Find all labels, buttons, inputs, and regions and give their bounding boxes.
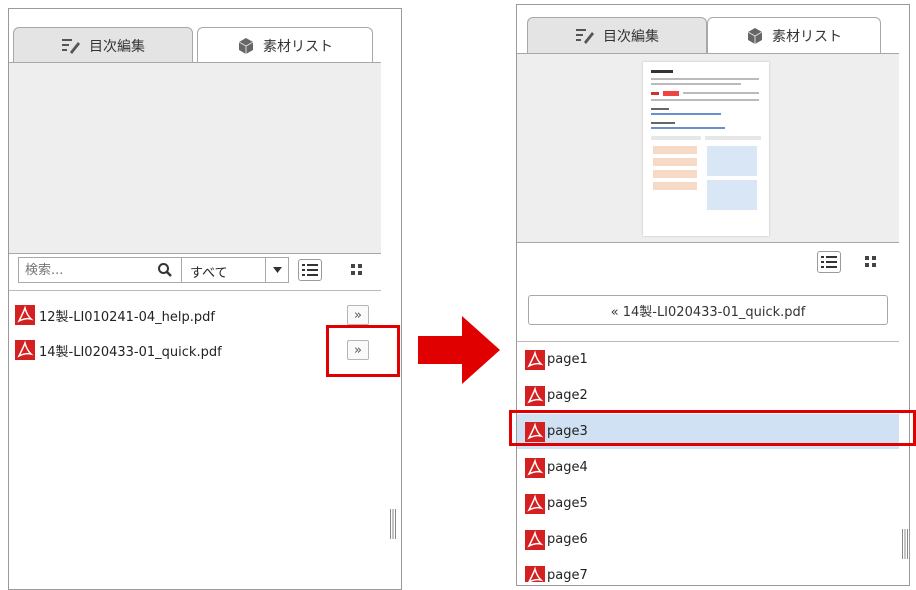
file-name: 12製-LI010241-04_help.pdf [39,309,215,325]
tab-label: 素材リスト [263,38,333,55]
highlight-expand-button [326,325,400,377]
tab-toc-edit[interactable]: 目次編集 [13,27,193,63]
page-list-item[interactable]: page6 [517,522,899,557]
expand-button[interactable]: » [347,305,369,325]
list-view-button[interactable] [817,251,841,273]
search-input[interactable] [23,258,147,282]
page-label: page4 [547,460,588,475]
search-box[interactable] [18,257,182,283]
pdf-icon [525,349,545,370]
cube-icon [746,27,764,45]
file-name: 14製-LI020433-01_quick.pdf [39,344,222,360]
page-thumbnail [643,62,769,236]
list-view-icon [821,256,837,268]
page-list-item[interactable]: page1 [517,342,899,377]
preview-area-empty [9,62,381,254]
page-preview-area [517,53,899,243]
page-label: page6 [547,532,588,547]
pdf-icon [525,457,545,478]
scrollbar-grip[interactable] [389,509,397,539]
tab-material-list[interactable]: 素材リスト [707,17,881,53]
filter-value: すべて [190,266,228,281]
tab-toc-edit[interactable]: 目次編集 [527,17,707,53]
tab-label: 目次編集 [89,38,145,55]
grid-view-icon [351,264,362,275]
pdf-icon [15,340,35,360]
scrollbar-grip[interactable] [901,529,909,559]
search-icon[interactable] [157,262,173,282]
filter-select[interactable]: すべて [181,257,289,283]
pdf-icon [525,565,545,582]
tab-material-list[interactable]: 素材リスト [197,27,373,63]
pdf-icon [525,493,545,514]
separator [9,290,381,291]
toc-edit-icon [61,37,81,55]
page-label: page5 [547,496,588,511]
left-panel: 目次編集 素材リスト すべて 12製-LI010241-04_help.pdf … [8,8,402,590]
list-view-button[interactable] [298,259,322,281]
list-view-icon [302,264,318,276]
page-list-item[interactable]: page4 [517,450,899,485]
page-list: page1 page2 page3 page4 page5 page6 page7 [517,342,899,582]
page-list-item[interactable]: page7 [517,558,899,582]
pdf-icon [15,305,35,325]
chevron-down-icon[interactable] [265,258,288,282]
toc-edit-icon [575,27,595,45]
transition-arrow-icon [418,316,500,388]
right-panel: 目次編集 素材リスト « 14製-LI020433-01_quick.pdf p… [516,4,910,586]
cube-icon [237,37,255,55]
grid-view-button[interactable] [349,262,365,278]
grid-view-icon [865,256,876,267]
tab-label: 素材リスト [772,28,842,45]
back-to-file-button[interactable]: « 14製-LI020433-01_quick.pdf [528,295,888,325]
pdf-icon [525,529,545,550]
page-label: page1 [547,352,588,367]
page-label: page7 [547,568,588,582]
page-label: page2 [547,388,588,403]
page-list-item[interactable]: page2 [517,378,899,413]
grid-view-button[interactable] [863,254,879,270]
page-list-item[interactable]: page5 [517,486,899,521]
tab-label: 目次編集 [603,28,659,45]
highlight-selected-page [509,410,916,446]
pdf-icon [525,385,545,406]
